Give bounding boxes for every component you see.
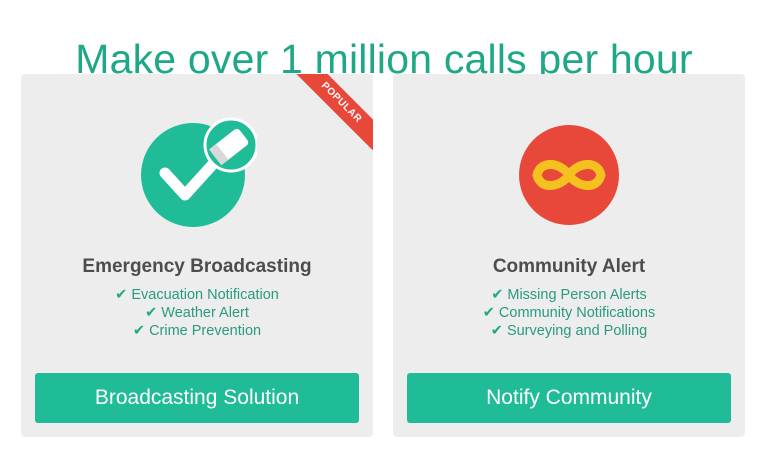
feature-item: ✔ Community Notifications [393, 304, 745, 322]
popular-ribbon-label: POPULAR [293, 74, 373, 154]
checkmark-icon: ✔ [145, 305, 158, 321]
feature-label: Community Notifications [498, 305, 656, 321]
feature-list: ✔ Evacuation Notification ✔ Weather Alert … [21, 286, 373, 340]
popular-ribbon: POPULAR [293, 74, 373, 154]
feature-item: ✔ Missing Person Alerts [393, 286, 745, 304]
checkmark-icon: ✔ [132, 323, 146, 339]
broadcasting-solution-button[interactable]: Broadcasting Solution [35, 373, 359, 423]
feature-label: Crime Prevention [149, 323, 262, 339]
notify-community-button[interactable]: Notify Community [407, 373, 731, 423]
card-title: Community Alert [492, 256, 646, 277]
feature-item: ✔ Crime Prevention [21, 322, 373, 340]
feature-item: ✔ Evacuation Notification [21, 286, 373, 304]
feature-item: ✔ Surveying and Polling [393, 322, 745, 340]
feature-item: ✔ Weather Alert [21, 304, 373, 322]
checkmark-icon: ✔ [491, 287, 504, 303]
feature-label: Weather Alert [161, 305, 249, 321]
feature-label: Evacuation Notification [131, 287, 279, 303]
feature-list: ✔ Missing Person Alerts ✔ Community Notifi… [393, 286, 745, 340]
feature-label: Surveying and Polling [506, 323, 648, 339]
plan-card-community-alert: Community Alert ✔ Missing Person Alerts ✔… [393, 74, 745, 437]
page: Make over 1 million calls per hour POPUL… [0, 0, 781, 452]
feature-label: Missing Person Alerts [507, 287, 647, 303]
checkmark-icon: ✔ [490, 323, 503, 339]
card-title: Emergency Broadcasting [82, 256, 312, 277]
plan-card-emergency-broadcasting: POPULAR Emergency Broadcasting ✔ Evacuati… [21, 74, 373, 437]
checkmark-icon: ✔ [482, 305, 495, 321]
check-badge-icon [141, 117, 257, 227]
infinity-icon [519, 125, 619, 225]
checkmark-icon: ✔ [115, 287, 128, 303]
